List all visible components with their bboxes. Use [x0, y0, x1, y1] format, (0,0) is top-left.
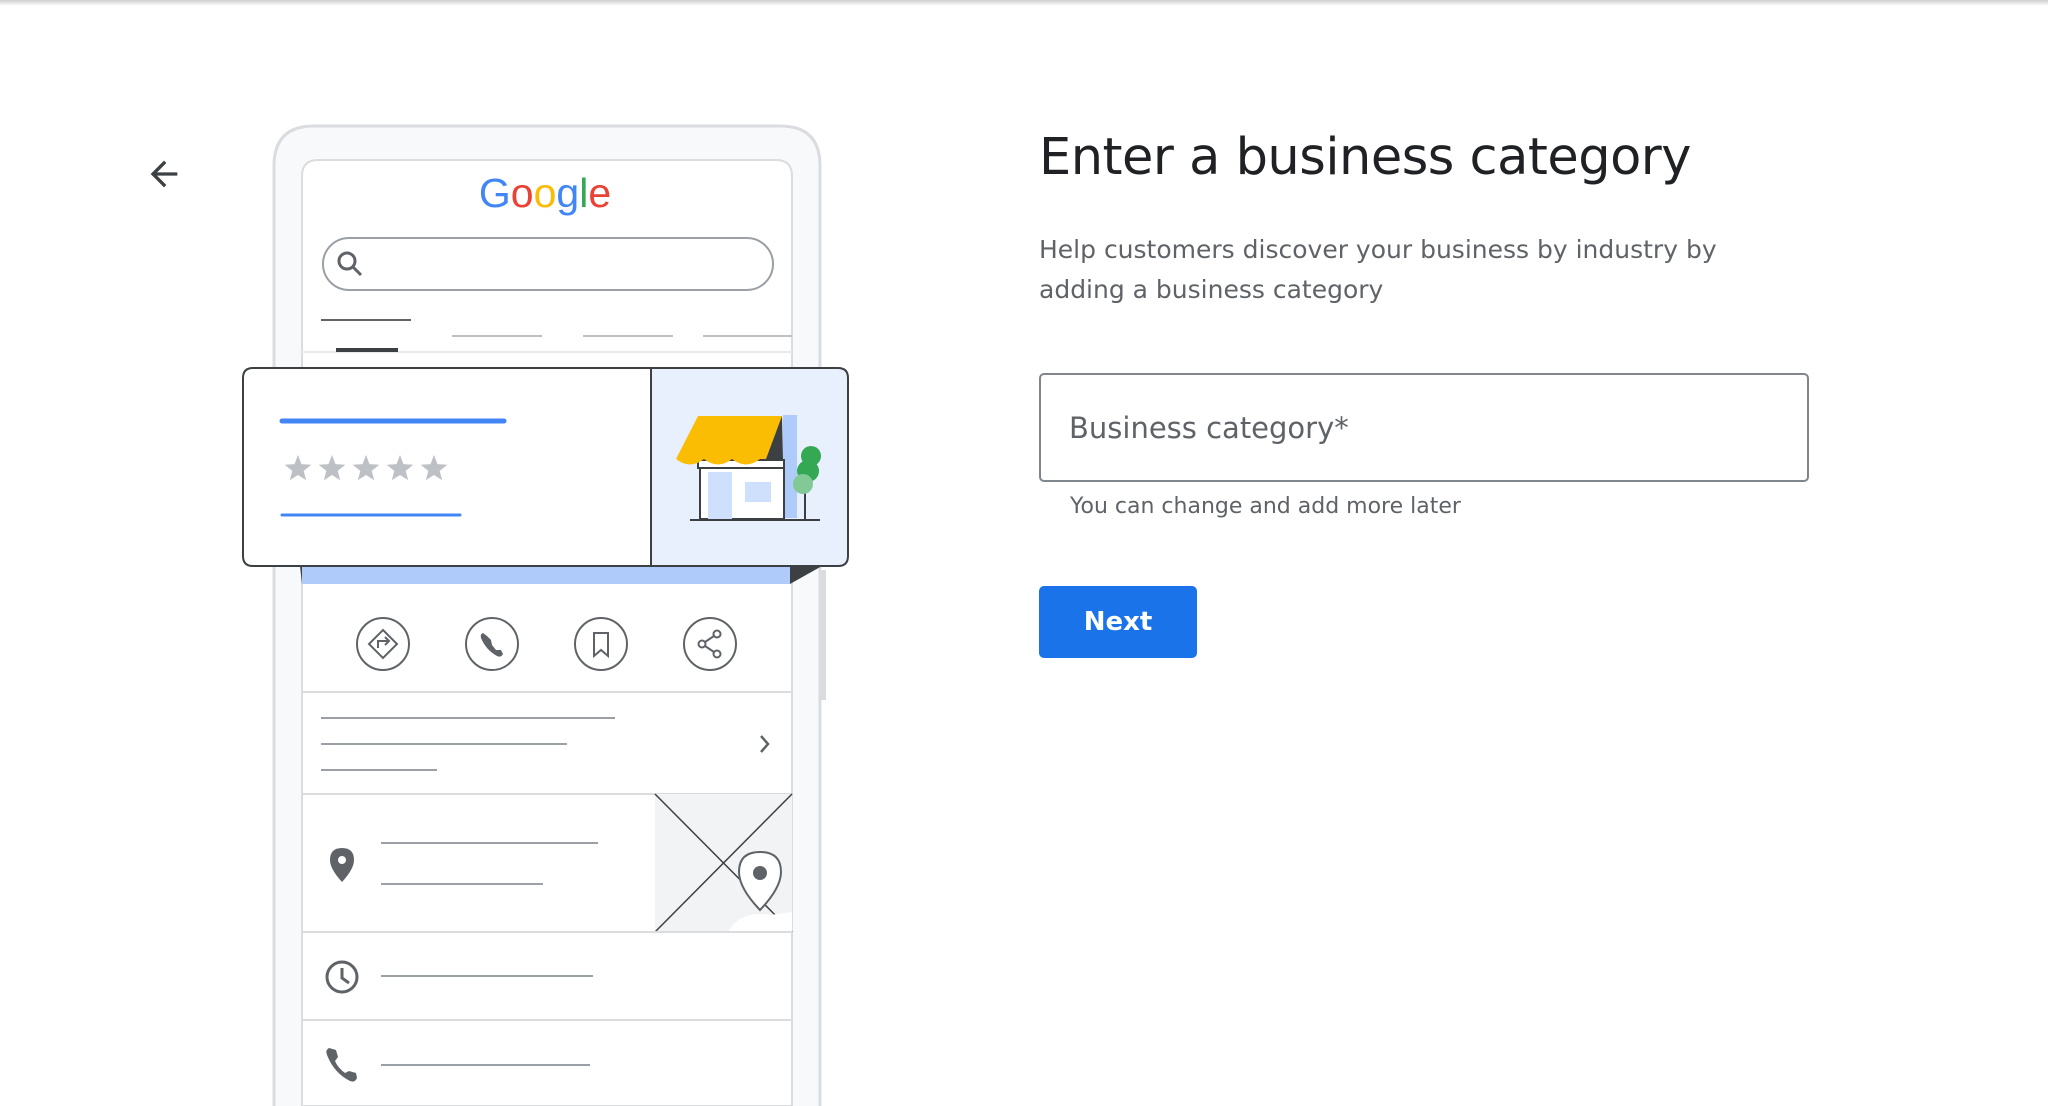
helper-text: You can change and add more later — [1070, 494, 1461, 519]
business-category-input[interactable] — [1069, 375, 1769, 480]
google-logo-letter: o — [511, 170, 534, 216]
google-logo-letter: o — [534, 170, 557, 216]
google-logo-letter: e — [588, 170, 611, 216]
page-description: Help customers discover your business by… — [1039, 235, 1717, 304]
next-button[interactable]: Next — [1039, 586, 1197, 658]
google-logo-letter: G — [479, 170, 511, 216]
phone-scrollbar — [820, 570, 826, 700]
business-profile-illustration: Google — [242, 124, 849, 1106]
card-bottom-stripe — [302, 566, 790, 584]
mock-search-bar — [322, 237, 774, 291]
mini-map — [654, 793, 793, 933]
google-logo-letter: l — [579, 170, 588, 216]
google-logo-letter: g — [556, 170, 579, 216]
google-logo: Google — [479, 170, 611, 216]
business-category-field[interactable] — [1039, 373, 1809, 482]
page-title: Enter a business category — [1039, 128, 1691, 187]
phone-screen — [301, 159, 793, 1106]
